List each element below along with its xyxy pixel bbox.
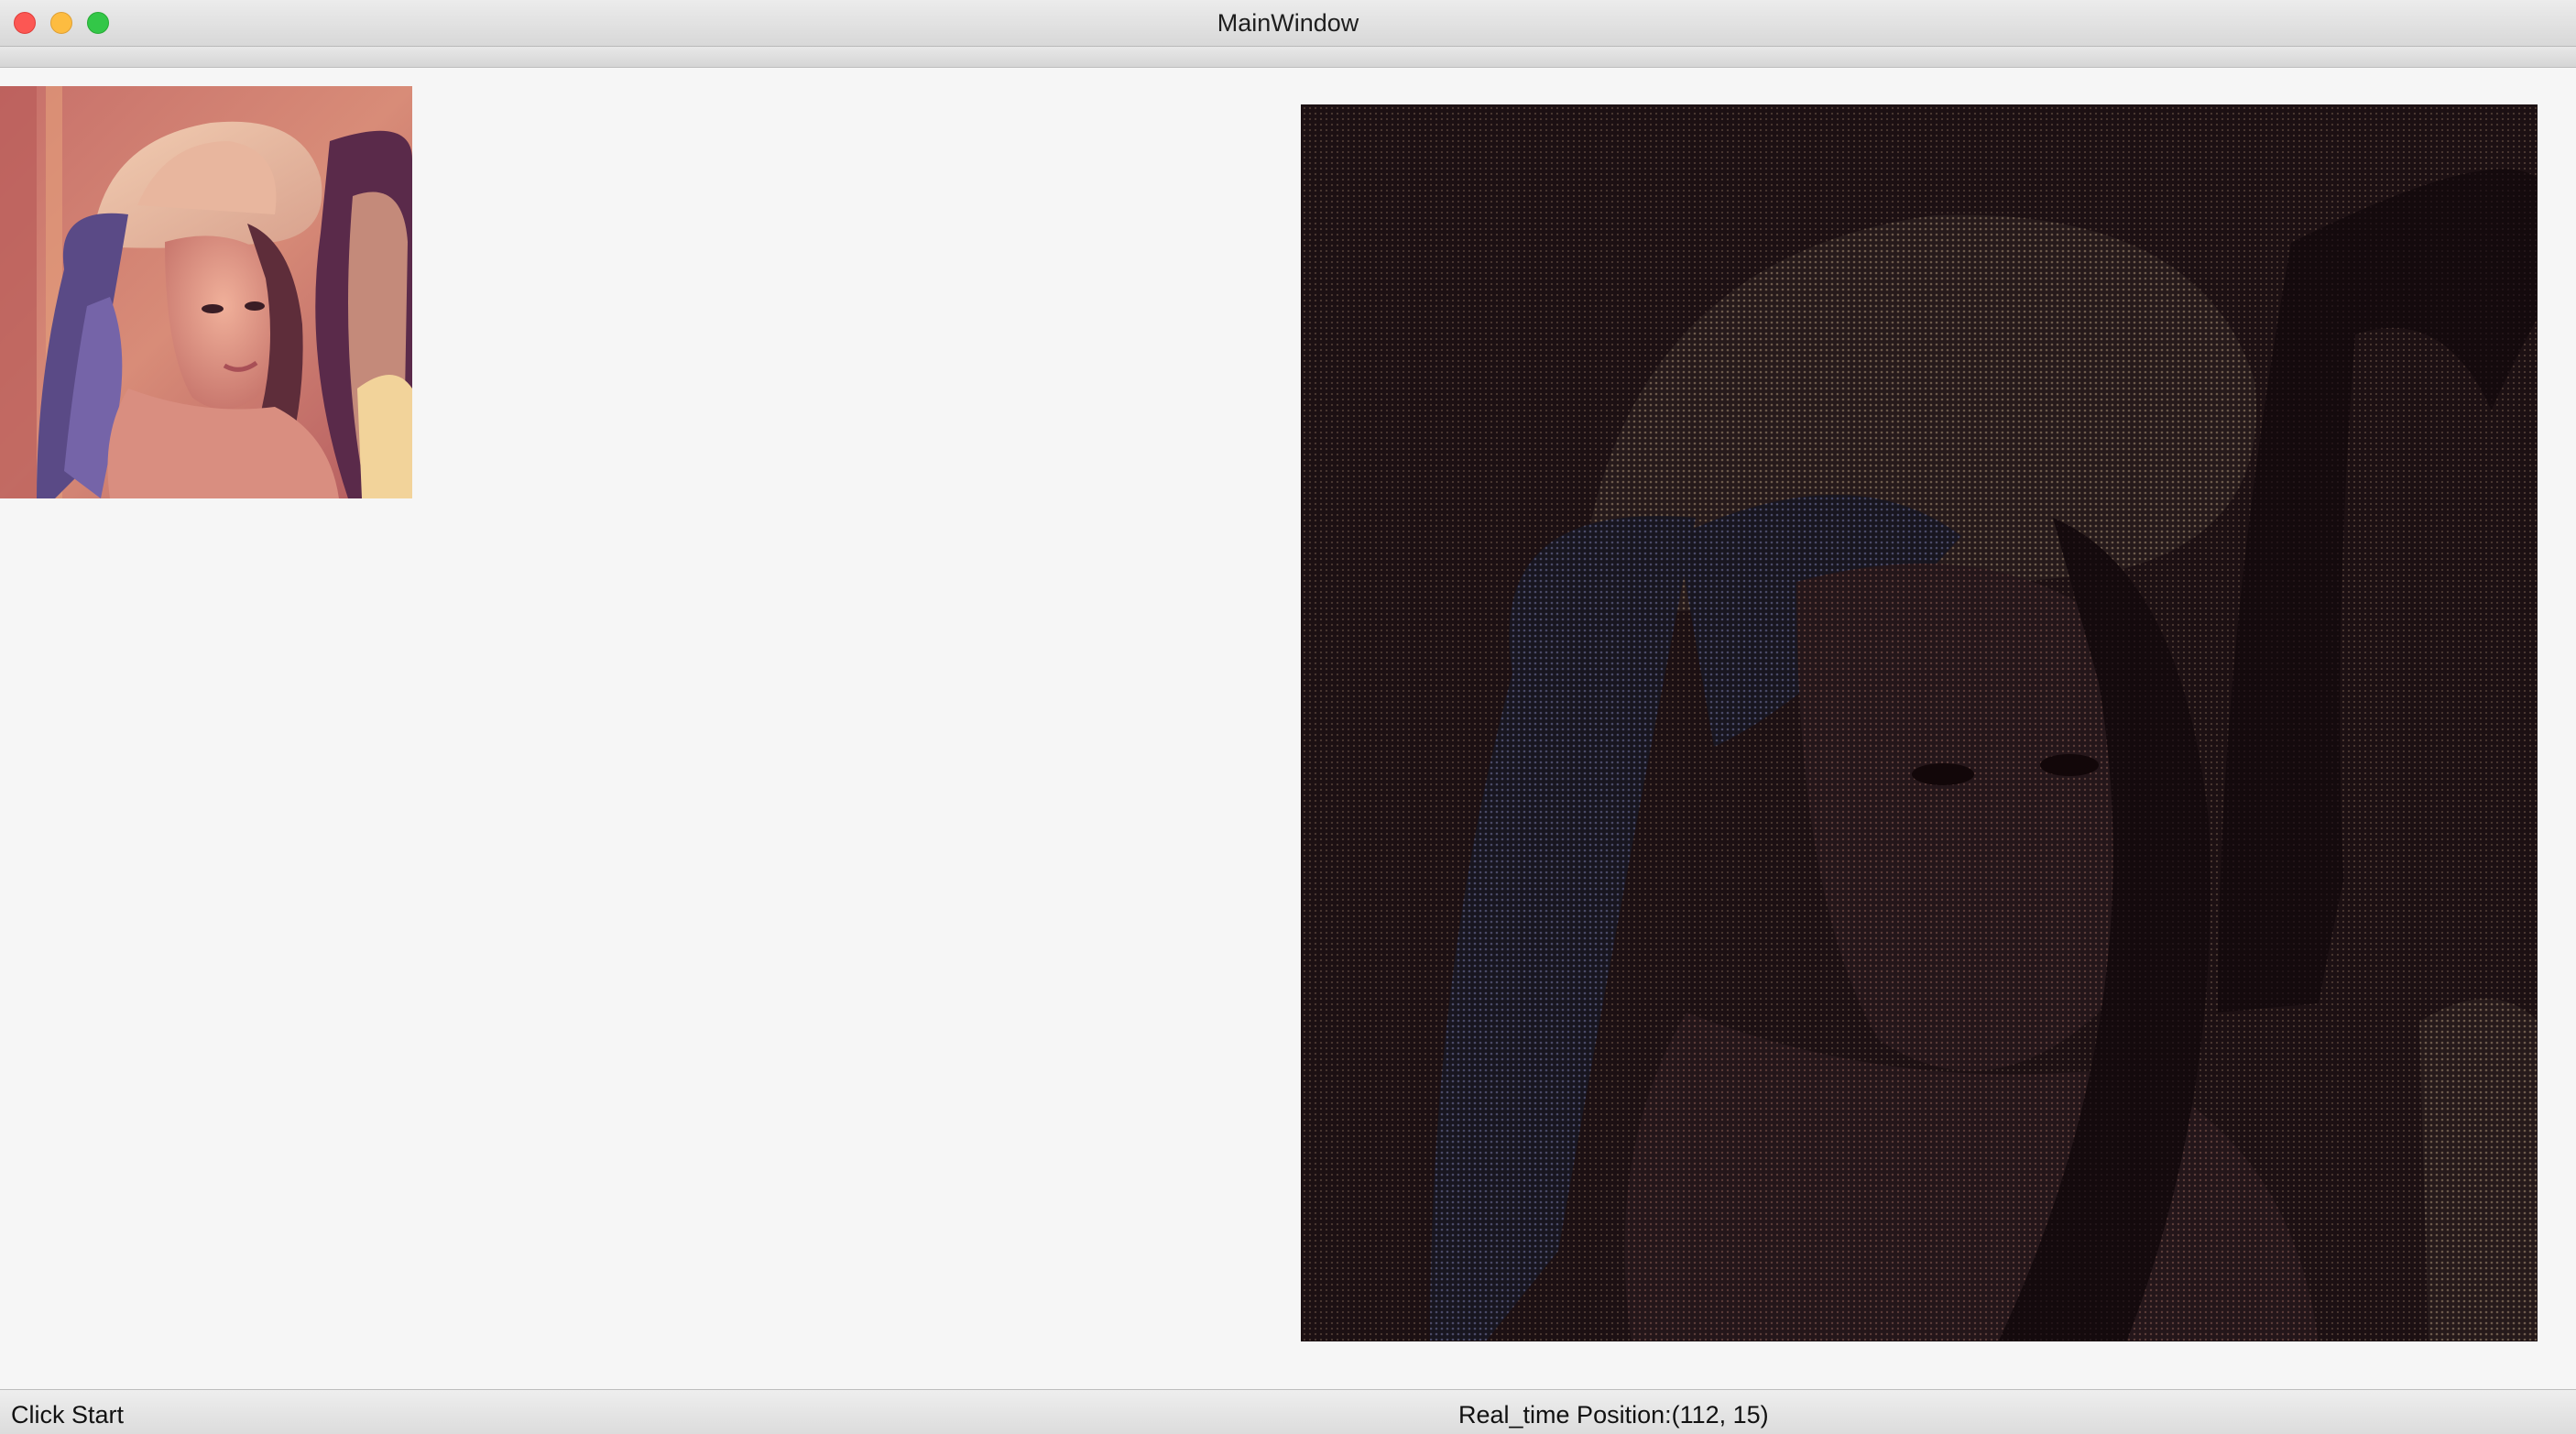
- toolbar: [0, 47, 2576, 68]
- output-image[interactable]: [1301, 104, 2538, 1341]
- status-bar: Click Start Real_time Position:(112, 15): [0, 1389, 2576, 1434]
- window-title: MainWindow: [1217, 9, 1359, 37]
- output-render: [1302, 105, 2537, 1341]
- source-image: [0, 86, 412, 498]
- main-window: MainWindow Click Start Real_time Positio…: [0, 0, 2576, 1434]
- position-readout: Real_time Position:(112, 15): [1458, 1401, 1769, 1429]
- title-bar[interactable]: MainWindow: [0, 0, 2576, 47]
- status-message: Click Start: [11, 1401, 125, 1429]
- central-widget: [0, 68, 2576, 1389]
- source-photo: [0, 86, 412, 498]
